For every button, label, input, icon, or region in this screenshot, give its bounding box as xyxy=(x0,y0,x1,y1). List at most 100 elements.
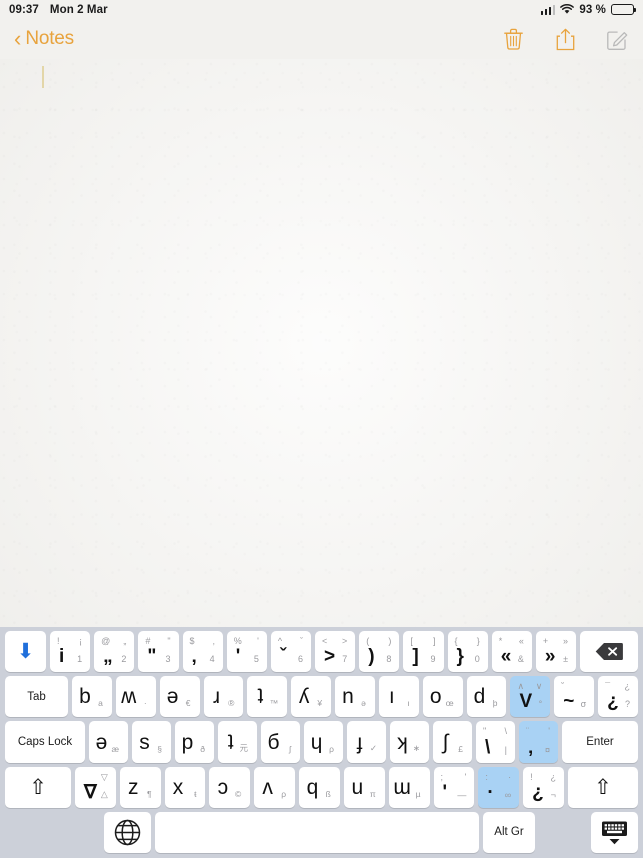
delete-note-button[interactable] xyxy=(501,26,525,52)
key-cyrillic-ch[interactable]: ɥρ xyxy=(304,721,343,763)
key-7-main-glyph: > xyxy=(324,646,336,668)
key-caps-lock[interactable]: Caps Lock xyxy=(5,721,85,763)
key-backslash[interactable]: " \ \ | xyxy=(476,721,515,763)
key-arrow-down[interactable]: ⬇ xyxy=(5,631,46,673)
key-turned-f[interactable]: ɟ ✓ xyxy=(347,721,386,763)
key-schwa[interactable]: ǝ € xyxy=(159,676,200,718)
key-inverted-question-main-glyph: ¿ xyxy=(607,691,619,713)
toolbar-actions xyxy=(501,26,629,52)
key-guillemet-left-tr-glyph: « xyxy=(518,636,524,646)
key-apostrophe-br-glyph: — xyxy=(457,789,467,800)
key-open-o[interactable]: ɔ © xyxy=(209,766,251,808)
key-o[interactable]: oœ xyxy=(422,676,463,718)
key-s[interactable]: s § xyxy=(132,721,171,763)
key-s-br-glyph: § xyxy=(157,743,162,754)
key-cyrillic-b[interactable]: бʃ xyxy=(261,721,300,763)
key-6[interactable]: ^ ˇ ˇ 6 xyxy=(270,631,312,673)
key-d[interactable]: dþ xyxy=(466,676,507,718)
key-turned-v-main-glyph: ʌ xyxy=(262,775,273,799)
key-turned-k[interactable]: ʞ ∗ xyxy=(390,721,429,763)
key-q-main-glyph: q xyxy=(306,775,319,799)
key-tab[interactable]: Tab xyxy=(5,676,68,718)
key-t[interactable]: ʇ元 xyxy=(218,721,257,763)
key-n[interactable]: nə xyxy=(335,676,375,718)
key-guillemet-left[interactable]: * ««& xyxy=(491,631,532,673)
key-cyrillic-sh-main-glyph: ɯ xyxy=(393,775,411,799)
key-period[interactable]: : · · ∞ xyxy=(478,766,520,808)
key-backslash-main-glyph: \ xyxy=(485,736,491,758)
key-z[interactable]: z ¶ xyxy=(119,766,161,808)
key-nabla[interactable]: ▽ ∇ △ xyxy=(75,766,116,808)
key-2-tl-glyph: @ xyxy=(101,636,111,646)
key-turned-u[interactable]: uπ xyxy=(343,766,385,808)
key-tilde[interactable]: ˘ ~ σ xyxy=(554,676,595,718)
key-6-main-glyph: ˇ xyxy=(279,646,287,668)
keyboard-row-5: Alt Gr xyxy=(5,811,638,854)
key-comma[interactable]: ¨ ' ‚ ¤ xyxy=(519,721,558,763)
note-text-area[interactable] xyxy=(0,59,643,627)
key-turned-y[interactable]: ʎ ¥ xyxy=(291,676,332,718)
key-cyrillic-sh[interactable]: ɯµ xyxy=(388,766,430,808)
key-i[interactable]: ıı xyxy=(378,676,419,718)
key-8-br-glyph: 8 xyxy=(386,654,392,665)
key-5[interactable]: % ' ' 5 xyxy=(226,631,267,673)
status-indicators: 93 % xyxy=(540,4,637,16)
key-i-br-glyph: ı xyxy=(407,698,410,709)
cellular-signal-icon xyxy=(540,4,556,15)
share-note-button[interactable] xyxy=(553,26,577,52)
key-backspace[interactable] xyxy=(580,631,639,673)
key-q[interactable]: qß xyxy=(299,766,340,808)
key-3-main-glyph: " xyxy=(147,646,157,668)
key-3[interactable]: # " " 3 xyxy=(138,631,179,673)
key-4-main-glyph: ‚ xyxy=(191,646,197,668)
key-0[interactable]: {}} 0 xyxy=(447,631,488,673)
key-cyrillic-sh-br-glyph: µ xyxy=(415,788,421,799)
key-9[interactable]: []] 9 xyxy=(403,631,444,673)
key-cyrillic-b-main-glyph: б xyxy=(267,730,280,754)
back-to-notes-button[interactable]: ‹ Notes xyxy=(14,28,74,50)
key-inverted-question-2[interactable]: ! ¿ ¿ ¬ xyxy=(523,766,564,808)
key-shift-left[interactable]: ⇧ xyxy=(5,766,71,808)
key-e[interactable]: ǝæ xyxy=(89,721,128,763)
arrow-down-icon: ⬇ xyxy=(16,640,35,664)
key-8[interactable]: ()) 8 xyxy=(359,631,400,673)
key-w[interactable]: ʍ · xyxy=(115,676,156,718)
key-p[interactable]: pð xyxy=(175,721,214,763)
key-period-tl-glyph: : xyxy=(485,771,488,782)
key-1-br-glyph: 1 xyxy=(77,654,83,665)
backspace-icon xyxy=(595,643,623,661)
key-integral[interactable]: ∫ £ xyxy=(433,721,472,763)
key-hide-keyboard[interactable] xyxy=(591,811,638,854)
key-turned-k-br-glyph: ∗ xyxy=(412,742,420,753)
key-cyrillic-b-br-glyph: ʃ xyxy=(289,743,291,754)
key-space[interactable] xyxy=(155,811,479,854)
key-0-main-glyph: } xyxy=(456,646,464,668)
key-enter[interactable]: Enter xyxy=(562,721,638,763)
key-t-bar[interactable]: ʇ ™ xyxy=(247,676,288,718)
key-comma-br-glyph: ¤ xyxy=(544,744,550,755)
key-globe[interactable] xyxy=(104,811,151,854)
key-backslash-tl-glyph: " xyxy=(483,726,487,737)
key-inverted-question[interactable]: ¯ ¿ ¿? xyxy=(598,676,638,718)
key-v[interactable]: ∧ ∨ V ° xyxy=(510,676,551,718)
key-t-br-glyph: 元 xyxy=(239,742,248,753)
key-3-tl-glyph: # xyxy=(145,636,151,646)
key-x[interactable]: xŧ xyxy=(164,766,206,808)
key-t-main-glyph: ʇ xyxy=(227,730,234,754)
key-o-br-glyph: œ xyxy=(445,698,454,709)
key-7[interactable]: < > >7 xyxy=(315,631,356,673)
key-apostrophe[interactable]: ; ' ' — xyxy=(433,766,475,808)
key-4[interactable]: $ ‚ ‚ 4 xyxy=(182,631,223,673)
compose-note-button[interactable] xyxy=(605,26,629,52)
key-turned-v[interactable]: ʌρ xyxy=(254,766,296,808)
key-2[interactable]: @ „ „ 2 xyxy=(94,631,135,673)
key-guillemet-right[interactable]: +»» ± xyxy=(535,631,577,673)
key-inverted-question-2-tr-glyph: ¿ xyxy=(550,771,556,782)
key-apostrophe-tr-glyph: ' xyxy=(464,771,467,782)
key-alt-gr[interactable]: Alt Gr xyxy=(483,811,535,854)
key-x-br-glyph: ŧ xyxy=(194,788,197,799)
key-1[interactable]: ! ¡ i 1 xyxy=(50,631,91,673)
key-turned-r[interactable]: ɹ ® xyxy=(203,676,244,718)
key-shift-right[interactable]: ⇧ xyxy=(567,766,638,808)
key-b[interactable]: ba xyxy=(72,676,112,718)
